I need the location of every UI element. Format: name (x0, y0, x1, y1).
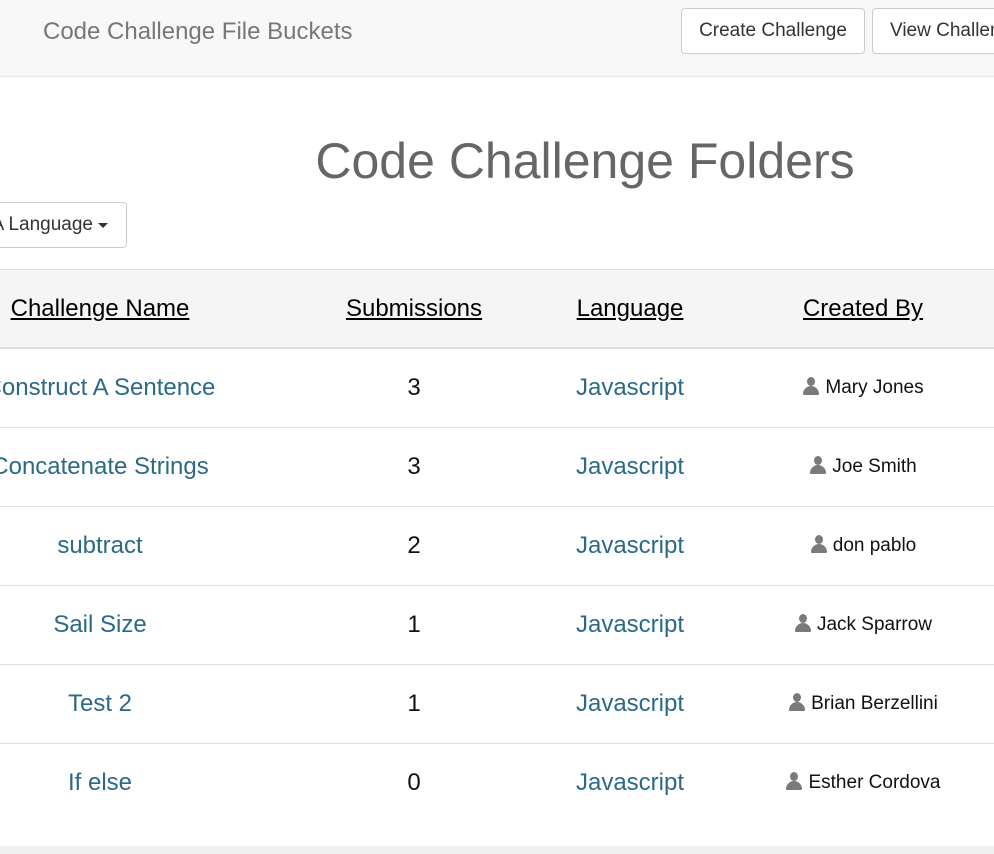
table-row: Test 2 1 Javascript Brian Berzellini (0, 665, 994, 744)
user-icon (794, 614, 812, 632)
user-icon (802, 377, 820, 395)
created-by: Esther Cordova (713, 744, 994, 822)
user-icon (809, 456, 827, 474)
language-filter-dropdown[interactable]: A Language (0, 202, 127, 248)
creator-name: don pablo (832, 535, 917, 556)
created-by: Mary Jones (713, 349, 994, 427)
creator-name: Jack Sparrow (816, 614, 933, 635)
table-row: If else 0 Javascript Esther Cordova (0, 744, 994, 823)
language-filter-label: A Language (0, 214, 93, 235)
user-icon (785, 772, 803, 790)
created-by: don pablo (713, 507, 994, 585)
create-challenge-button[interactable]: Create Challenge (681, 8, 865, 54)
user-icon (788, 693, 806, 711)
page-title: Code Challenge Folders (315, 133, 855, 189)
user-icon (810, 535, 828, 553)
created-by: Joe Smith (713, 428, 994, 506)
creator-name: Brian Berzellini (811, 693, 938, 714)
created-by: Brian Berzellini (713, 665, 994, 743)
table-row: Sail Size 1 Javascript Jack Sparrow (0, 586, 994, 665)
creator-name: Esther Cordova (808, 772, 941, 793)
created-by: Jack Sparrow (713, 586, 994, 664)
header-created-by[interactable]: Created By (713, 270, 994, 348)
footer-strip (0, 846, 994, 854)
creator-name: Mary Jones (825, 377, 924, 398)
table-row: Construct A Sentence 3 Javascript Mary J… (0, 349, 994, 428)
navbar-brand[interactable]: Code Challenge File Buckets (43, 18, 353, 46)
caret-down-icon (98, 222, 108, 228)
table-row: subtract 2 Javascript don pablo (0, 507, 994, 586)
view-challenges-button[interactable]: View Challenges (872, 8, 994, 54)
table-header: Challenge Name Submissions Language Crea… (0, 269, 994, 349)
table-row: Concatenate Strings 3 Javascript Joe Smi… (0, 428, 994, 507)
navbar: Code Challenge File Buckets Create Chall… (0, 0, 994, 77)
creator-name: Joe Smith (832, 456, 917, 477)
